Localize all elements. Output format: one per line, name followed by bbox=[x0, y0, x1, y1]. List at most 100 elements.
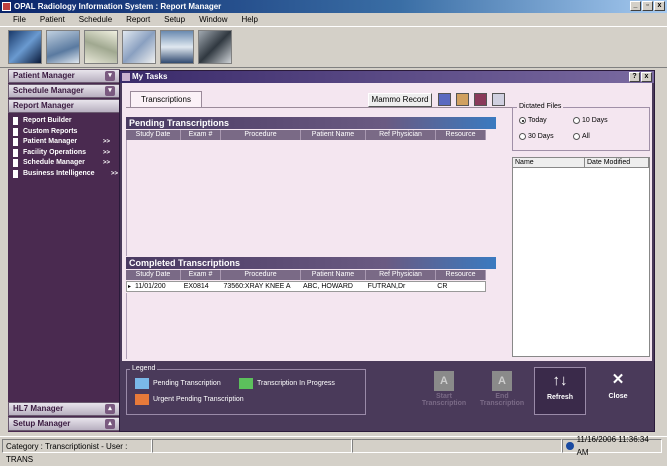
menu-window[interactable]: Window bbox=[192, 13, 234, 26]
dictated-files-group: Dictated Files Today 10 Days 30 Days All bbox=[512, 103, 650, 151]
completed-table-body[interactable] bbox=[126, 293, 486, 359]
nav-patient-manager[interactable]: Patient Manager ▾ bbox=[8, 69, 120, 83]
view-icon[interactable] bbox=[438, 93, 451, 106]
legend-urgent: Urgent Pending Transcription bbox=[135, 394, 244, 405]
app-title: OPAL Radiology Information System : Repo… bbox=[14, 2, 222, 11]
cell-resource: CR bbox=[437, 283, 448, 290]
col-patient-name[interactable]: Patient Name bbox=[301, 130, 366, 140]
task-actions-bar: Legend Pending Transcription Transcripti… bbox=[122, 363, 652, 429]
xray-image-icon[interactable] bbox=[8, 30, 42, 64]
globe-icon bbox=[566, 442, 574, 450]
sidebar-item-report-builder[interactable]: Report Builder bbox=[8, 116, 120, 126]
swatch-urgent bbox=[135, 394, 149, 405]
radio-icon bbox=[573, 117, 580, 124]
nav-schedule-manager[interactable]: Schedule Manager ▾ bbox=[8, 84, 120, 98]
menu-setup[interactable]: Setup bbox=[157, 13, 192, 26]
cell-exam: EX0814 bbox=[183, 283, 209, 290]
radio-30-days[interactable]: 30 Days bbox=[519, 133, 554, 140]
col-resource[interactable]: Resource bbox=[436, 270, 486, 280]
sidebar-item-business-intelligence[interactable]: Business Intelligence >> bbox=[8, 169, 120, 179]
chart-report-icon[interactable] bbox=[160, 30, 194, 64]
col-ref-physician[interactable]: Ref Physician bbox=[366, 130, 436, 140]
sidebar-item-patient-manager[interactable]: Patient Manager >> bbox=[8, 137, 120, 147]
col-study-date[interactable]: Study Date bbox=[126, 130, 181, 140]
col-patient-name[interactable]: Patient Name bbox=[301, 270, 366, 280]
bullet-icon bbox=[13, 127, 18, 136]
radio-icon bbox=[573, 133, 580, 140]
cell-ref-physician: FUTRAN,Dr bbox=[367, 283, 406, 290]
minimize-button[interactable]: _ bbox=[630, 1, 641, 11]
col-date-modified[interactable]: Date Modified bbox=[585, 158, 649, 167]
col-exam[interactable]: Exam # bbox=[181, 130, 221, 140]
col-ref-physician[interactable]: Ref Physician bbox=[366, 270, 436, 280]
bullet-icon bbox=[13, 159, 18, 167]
xray-scan-icon[interactable] bbox=[46, 30, 80, 64]
chevron-down-icon: ▾ bbox=[105, 86, 115, 96]
nav-report-manager[interactable]: Report Manager bbox=[8, 99, 120, 113]
legend-title: Legend bbox=[130, 365, 158, 372]
col-name[interactable]: Name bbox=[513, 158, 585, 167]
close-window-button[interactable]: x bbox=[654, 1, 665, 11]
menu-file[interactable]: File bbox=[6, 13, 33, 26]
status-datetime: 11/16/2006 11:36:34 AM bbox=[562, 435, 662, 457]
menu-help[interactable]: Help bbox=[235, 13, 265, 26]
documents-icon[interactable] bbox=[84, 30, 118, 64]
radio-selected-icon bbox=[519, 117, 526, 124]
menu-schedule[interactable]: Schedule bbox=[72, 13, 119, 26]
dictated-files-label: Dictated Files bbox=[517, 103, 564, 110]
expand-arrow-icon: >> bbox=[102, 160, 110, 166]
close-tasks-button[interactable]: x bbox=[641, 72, 652, 82]
app-title-bar: OPAL Radiology Information System : Repo… bbox=[0, 0, 667, 13]
col-study-date[interactable]: Study Date bbox=[126, 270, 181, 280]
doctor-icon[interactable] bbox=[122, 30, 156, 64]
nav-hl7-manager[interactable]: HL7 Manager ▴ bbox=[8, 402, 120, 416]
refresh-button[interactable]: ↑↓ Refresh bbox=[534, 367, 586, 415]
radio-icon bbox=[519, 133, 526, 140]
chevron-up-icon: ▴ bbox=[105, 419, 115, 429]
expand-arrow-icon: >> bbox=[110, 170, 118, 177]
sidebar-item-custom-reports[interactable]: Custom Reports bbox=[8, 127, 120, 137]
row-pointer-icon: ▸ bbox=[128, 284, 132, 290]
pending-table-body[interactable] bbox=[126, 140, 486, 256]
toolbar bbox=[0, 26, 667, 68]
handshake-icon[interactable] bbox=[198, 30, 232, 64]
mammo-record-button[interactable]: Mammo Record bbox=[368, 93, 432, 107]
pen-icon: A bbox=[434, 371, 454, 391]
chevron-down-icon: ▾ bbox=[105, 71, 115, 81]
end-transcription-button[interactable]: A End Transcription bbox=[476, 367, 528, 415]
pending-table-header: Study Date Exam # Procedure Patient Name… bbox=[126, 130, 486, 140]
report-icon[interactable] bbox=[474, 93, 487, 106]
bullet-icon bbox=[13, 169, 18, 178]
close-button[interactable]: ✕ Close bbox=[592, 367, 644, 415]
print-icon[interactable] bbox=[456, 93, 469, 106]
bullet-icon bbox=[13, 138, 18, 146]
menu-patient[interactable]: Patient bbox=[33, 13, 72, 26]
close-icon: ✕ bbox=[611, 371, 625, 388]
expand-arrow-icon: >> bbox=[102, 149, 110, 156]
legend-box: Legend Pending Transcription Transcripti… bbox=[126, 365, 366, 415]
status-empty-2 bbox=[352, 439, 562, 453]
expand-arrow-icon: >> bbox=[102, 139, 110, 145]
col-procedure[interactable]: Procedure bbox=[221, 130, 301, 140]
nav-setup-manager[interactable]: Setup Manager ▴ bbox=[8, 417, 120, 431]
col-resource[interactable]: Resource bbox=[436, 130, 486, 140]
swatch-pending bbox=[135, 378, 149, 389]
menu-report[interactable]: Report bbox=[119, 13, 157, 26]
completed-transcriptions-header: Completed Transcriptions bbox=[126, 257, 496, 269]
start-transcription-button[interactable]: A Start Transcription bbox=[418, 367, 470, 415]
col-exam[interactable]: Exam # bbox=[181, 270, 221, 280]
status-bar: Category : Transcriptionist - User : TRA… bbox=[0, 435, 667, 464]
radio-today[interactable]: Today bbox=[519, 117, 547, 124]
col-procedure[interactable]: Procedure bbox=[221, 270, 301, 280]
sidebar-item-facility-operations[interactable]: Facility Operations >> bbox=[8, 148, 120, 158]
table-row[interactable]: ▸ 11/01/200 EX0814 73560:XRAY KNEE A ABC… bbox=[126, 281, 486, 292]
status-category-user: Category : Transcriptionist - User : TRA… bbox=[2, 439, 152, 464]
help-button[interactable]: ? bbox=[629, 72, 640, 82]
list-icon[interactable] bbox=[492, 93, 505, 106]
maximize-button[interactable]: ▫ bbox=[642, 1, 653, 11]
sidebar-item-schedule-manager[interactable]: Schedule Manager >> bbox=[8, 158, 120, 168]
radio-all[interactable]: All bbox=[573, 133, 590, 140]
dictated-files-list[interactable]: Name Date Modified bbox=[512, 157, 650, 357]
tab-transcriptions[interactable]: Transcriptions bbox=[130, 91, 202, 107]
radio-10-days[interactable]: 10 Days bbox=[573, 117, 608, 124]
